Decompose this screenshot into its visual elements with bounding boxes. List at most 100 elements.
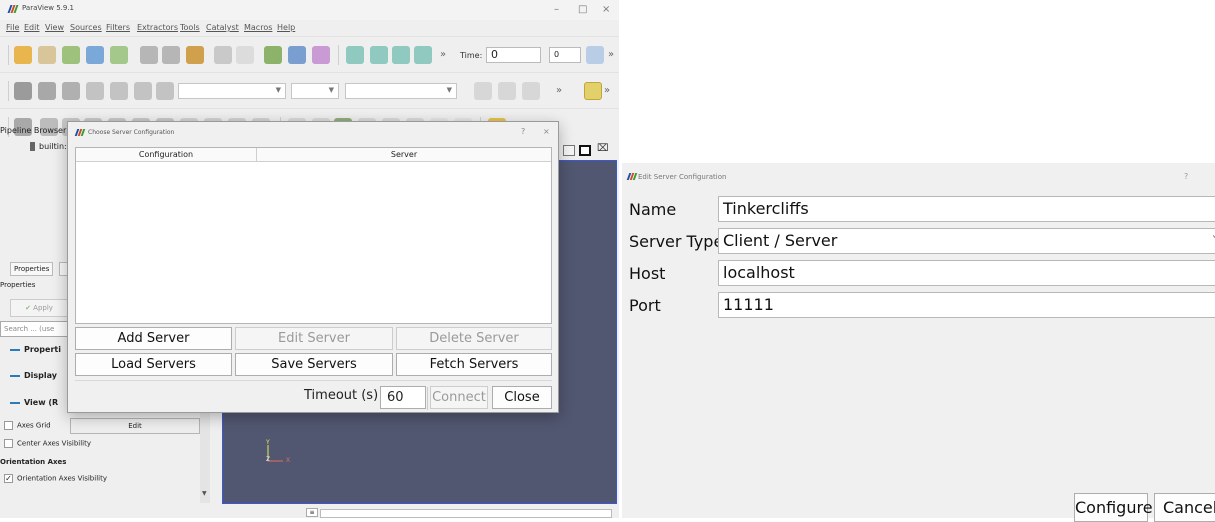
color-by-combo[interactable]: ▼: [178, 83, 286, 99]
menu-help[interactable]: Help: [277, 23, 295, 32]
choose-server-dialog: Choose Server Configuration ? × Configur…: [67, 121, 559, 413]
server-table[interactable]: Configuration Server: [75, 147, 552, 324]
connect-button[interactable]: Connect: [430, 386, 488, 409]
add-server-button[interactable]: Add Server: [75, 327, 232, 350]
column-header-server[interactable]: Server: [257, 148, 551, 162]
port-field[interactable]: 11111: [718, 292, 1215, 318]
close-button[interactable]: Close: [492, 386, 552, 409]
chevron-down-icon: ▼: [275, 86, 281, 94]
close-view-icon[interactable]: ⌧: [597, 143, 609, 154]
rescale-temporal-icon[interactable]: [134, 82, 152, 100]
section-label: Display: [24, 371, 57, 380]
load-servers-button[interactable]: Load Servers: [75, 353, 232, 376]
maximize-icon[interactable]: □: [578, 4, 587, 15]
representation-toolbar: ▼ ▼ ▼ » »: [0, 72, 619, 108]
menu-sources[interactable]: Sources: [70, 23, 102, 32]
representation-combo[interactable]: ▼: [345, 83, 457, 99]
rescale-icon[interactable]: [62, 82, 80, 100]
server-icon: [30, 142, 35, 151]
component-combo[interactable]: ▼: [291, 83, 339, 99]
open-icon[interactable]: [14, 46, 32, 64]
reset-camera-icon[interactable]: [288, 46, 306, 64]
search-input[interactable]: Search ... (use: [0, 321, 68, 337]
expand-icon[interactable]: ≡: [306, 508, 318, 517]
macro-icon[interactable]: [140, 46, 158, 64]
server-type-select[interactable]: Client / Server ˅: [718, 228, 1215, 254]
rescale-visible-icon[interactable]: [110, 82, 128, 100]
help-icon[interactable]: ?: [521, 127, 525, 136]
set-axes-icon[interactable]: [498, 82, 516, 100]
tab-properties[interactable]: Properties: [10, 262, 54, 276]
python-shell-icon[interactable]: [584, 82, 602, 100]
center-axes-checkbox[interactable]: Center Axes Visibility: [4, 439, 91, 448]
close-icon[interactable]: ×: [602, 4, 610, 15]
axes-grid-edit-button[interactable]: Edit: [70, 418, 200, 434]
toolbar-more-icon[interactable]: »: [440, 49, 446, 60]
center-axes-label: Center Axes Visibility: [17, 439, 92, 448]
save-servers-button[interactable]: Save Servers: [235, 353, 393, 376]
apply-button[interactable]: ✔ Apply: [10, 299, 68, 317]
python-icon[interactable]: [162, 46, 180, 64]
orientation-axes-header: Orientation Axes: [0, 458, 67, 466]
close-icon[interactable]: ×: [543, 127, 550, 136]
divider: [75, 380, 552, 381]
axes-grid-checkbox[interactable]: Axes Grid: [4, 421, 51, 430]
undo-icon[interactable]: [214, 46, 232, 64]
edit-colormap-icon[interactable]: [38, 82, 56, 100]
timestep-value: 0: [554, 50, 560, 59]
zoom-icon[interactable]: [586, 46, 604, 64]
name-field[interactable]: Tinkercliffs: [718, 196, 1215, 222]
time-label: Time:: [460, 51, 483, 60]
time-input[interactable]: 0: [486, 47, 541, 63]
orientation-axes-checkbox[interactable]: ✓ Orientation Axes Visibility: [4, 474, 107, 483]
split-view-icon[interactable]: [563, 145, 575, 156]
save-data-icon[interactable]: [62, 46, 80, 64]
section-label: Properti: [24, 345, 61, 354]
settings-icon[interactable]: [312, 46, 330, 64]
minimize-icon[interactable]: –: [554, 4, 559, 15]
scroll-down-icon[interactable]: ▼: [202, 490, 207, 497]
rescale-data-icon[interactable]: [156, 82, 174, 100]
previous-frame-icon[interactable]: [370, 46, 388, 64]
reset-axes-icon[interactable]: [474, 82, 492, 100]
color-legend-icon[interactable]: [14, 82, 32, 100]
connect-icon[interactable]: [86, 46, 104, 64]
timer-icon[interactable]: [186, 46, 204, 64]
menu-view[interactable]: View: [45, 23, 64, 32]
menu-catalyst[interactable]: Catalyst: [206, 23, 239, 32]
toolbar-more-icon[interactable]: »: [608, 49, 614, 60]
menu-tools[interactable]: Tools: [180, 23, 200, 32]
pipeline-item-builtin[interactable]: builtin:: [30, 142, 67, 151]
camera-icon[interactable]: [264, 46, 282, 64]
timeout-spinbox[interactable]: 60 ▲▼: [380, 386, 436, 410]
host-field[interactable]: localhost: [718, 260, 1215, 286]
menu-file[interactable]: File: [6, 23, 19, 32]
title-bar: ParaView 5.9.1 – □ ×: [0, 0, 619, 20]
toolbar-more-icon[interactable]: »: [604, 85, 610, 96]
menu-extractors[interactable]: Extractors: [137, 23, 178, 32]
delete-server-button[interactable]: Delete Server: [396, 327, 552, 350]
play-icon[interactable]: [392, 46, 410, 64]
recent-icon[interactable]: [38, 46, 56, 64]
chevron-down-icon: ▼: [328, 86, 334, 94]
fetch-servers-button[interactable]: Fetch Servers: [396, 353, 552, 376]
next-frame-icon[interactable]: [414, 46, 432, 64]
maximize-view-icon[interactable]: [579, 145, 591, 156]
help-icon[interactable]: ?: [1184, 172, 1188, 181]
name-label: Name: [629, 200, 677, 219]
edit-server-button[interactable]: Edit Server: [235, 327, 393, 350]
redo-icon[interactable]: [236, 46, 254, 64]
menu-macros[interactable]: Macros: [244, 23, 272, 32]
rescale-custom-icon[interactable]: [86, 82, 104, 100]
paraview-window: ParaView 5.9.1 – □ × File Edit View Sour…: [0, 0, 619, 518]
column-header-configuration[interactable]: Configuration: [76, 148, 257, 162]
timestep-spinbox[interactable]: 0: [549, 47, 581, 63]
first-frame-icon[interactable]: [346, 46, 364, 64]
server-type-label: Server Type: [629, 232, 724, 251]
menu-filters[interactable]: Filters: [106, 23, 130, 32]
timeout-label: Timeout (s): [304, 388, 379, 403]
disconnect-icon[interactable]: [110, 46, 128, 64]
toolbar-more-icon[interactable]: »: [556, 85, 562, 96]
zoom-to-box-icon[interactable]: [522, 82, 540, 100]
menu-edit[interactable]: Edit: [24, 23, 40, 32]
